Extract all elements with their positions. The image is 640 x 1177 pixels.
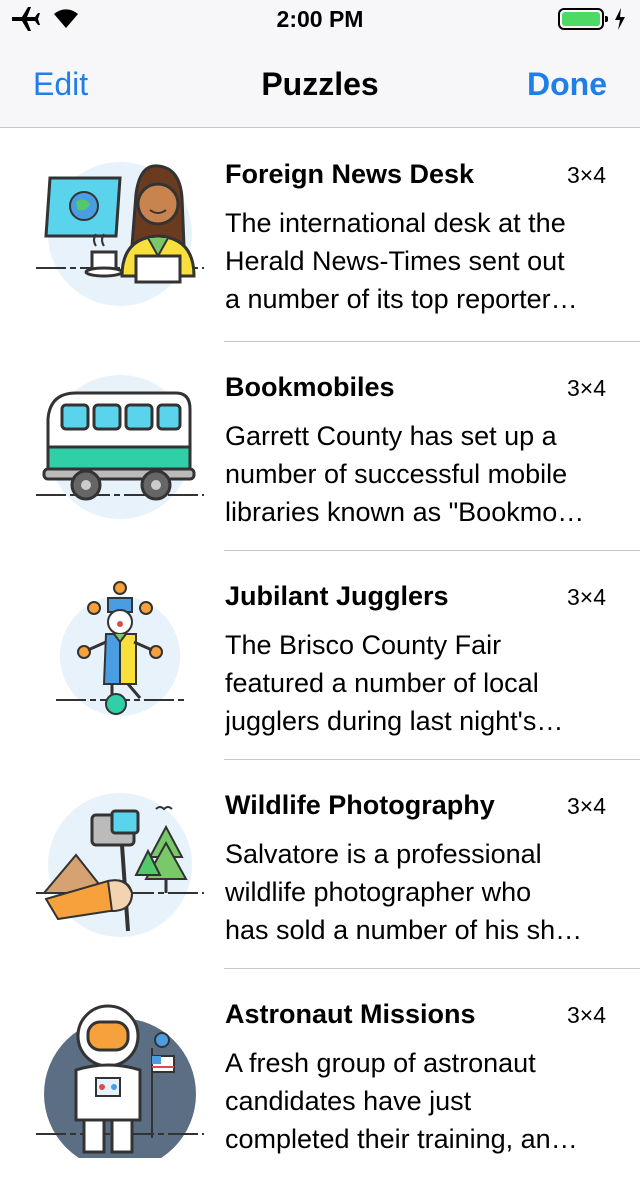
puzzle-row-bookmobiles[interactable]: Bookmobiles 3×4 Garrett County has set u… — [0, 341, 640, 550]
status-bar: 2:00 PM — [0, 0, 640, 40]
row-divider — [224, 759, 640, 760]
puzzle-title: Foreign News Desk — [225, 159, 475, 189]
astronaut-illustration — [36, 990, 204, 1170]
status-time: 2:00 PM — [276, 6, 364, 32]
puzzle-description: The Brisco County Fair featured a number… — [225, 630, 564, 736]
puzzle-title: Wildlife Photography — [225, 790, 495, 820]
row-divider — [224, 341, 640, 342]
puzzle-row-wildlife-photography[interactable]: Wildlife Photography 3×4 Salvatore is a … — [0, 759, 640, 968]
juggler-illustration — [36, 572, 204, 740]
bookmobile-illustration — [36, 363, 204, 531]
row-divider — [224, 550, 640, 551]
puzzle-row-foreign-news-desk[interactable]: Foreign News Desk 3×4 The international … — [0, 128, 640, 337]
puzzle-size: 3×4 — [566, 584, 606, 610]
done-button[interactable]: Done — [527, 66, 607, 103]
puzzle-title: Bookmobiles — [225, 372, 395, 402]
puzzle-row-astronaut-missions[interactable]: Astronaut Missions 3×4 A fresh group of … — [0, 968, 640, 1177]
puzzle-title: Astronaut Missions — [225, 999, 476, 1029]
puzzle-size: 3×4 — [566, 1002, 606, 1028]
battery-icon — [558, 8, 608, 30]
news-desk-illustration — [36, 150, 204, 318]
puzzle-row-jubilant-jugglers[interactable]: Jubilant Jugglers 3×4 The Brisco County … — [0, 550, 640, 759]
charging-bolt-icon — [615, 8, 625, 30]
puzzle-size: 3×4 — [566, 162, 606, 188]
puzzle-description: The international desk at the Herald New… — [225, 208, 578, 314]
puzzle-description: A fresh group of astronaut candidates ha… — [225, 1048, 578, 1154]
navigation-bar: 2:00 PM Edit Puzzles Done — [0, 0, 640, 128]
row-divider — [224, 968, 640, 969]
wildlife-photography-illustration — [36, 781, 204, 949]
puzzle-description: Garrett County has set up a number of su… — [225, 421, 585, 527]
puzzle-title: Jubilant Jugglers — [225, 581, 449, 611]
puzzle-size: 3×4 — [566, 375, 606, 401]
puzzle-size: 3×4 — [566, 793, 606, 819]
puzzle-description: Salvatore is a professional wildlife pho… — [225, 839, 583, 945]
